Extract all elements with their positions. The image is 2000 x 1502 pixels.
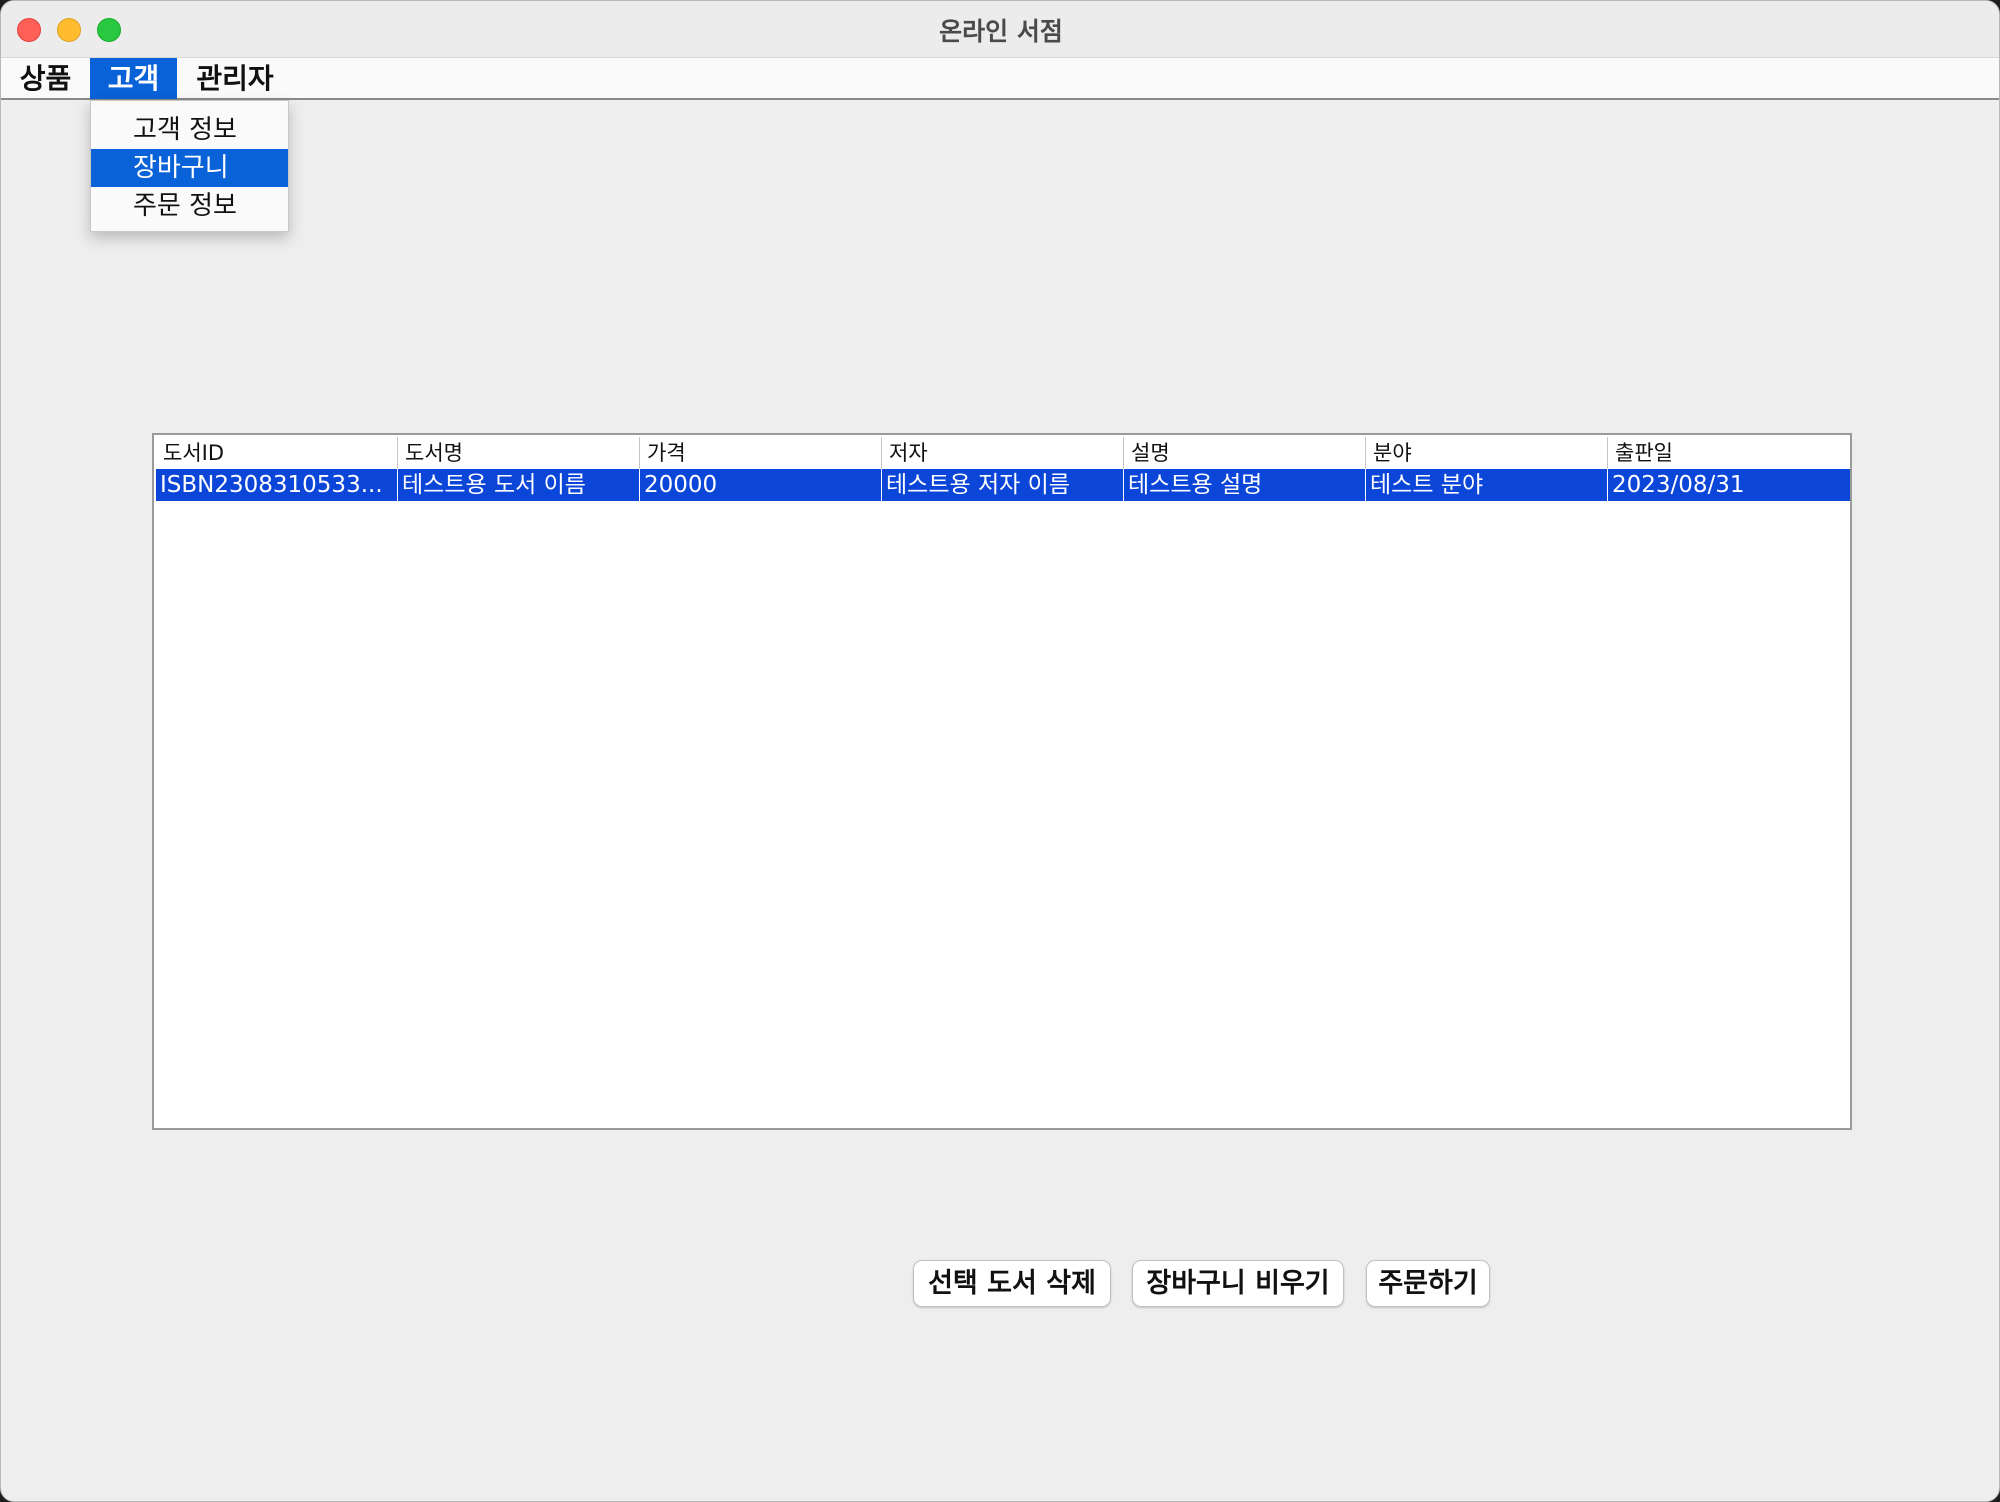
- cell-description: 테스트용 설명: [1124, 469, 1366, 501]
- delete-selected-book-button[interactable]: 선택 도서 삭제: [913, 1260, 1111, 1307]
- table-row[interactable]: ISBN2308310533... 테스트용 도서 이름 20000 테스트용 …: [156, 469, 1850, 501]
- cell-book-title: 테스트용 도서 이름: [398, 469, 640, 501]
- table-header: 도서ID 도서명 가격 저자 설명 분야 출판일: [156, 437, 1850, 469]
- menu-item-order-info[interactable]: 주문 정보: [91, 187, 288, 225]
- column-header-description[interactable]: 설명: [1124, 437, 1366, 469]
- menu-admin[interactable]: 관리자: [183, 58, 287, 99]
- menu-bar: 상품 고객 관리자: [1, 58, 1999, 100]
- column-header-author[interactable]: 저자: [882, 437, 1124, 469]
- cart-table[interactable]: 도서ID 도서명 가격 저자 설명 분야 출판일 ISBN2308310533.…: [152, 433, 1852, 1130]
- menu-customer[interactable]: 고객: [90, 58, 177, 99]
- menu-item-customer-info[interactable]: 고객 정보: [91, 111, 288, 149]
- column-header-publish-date[interactable]: 출판일: [1608, 437, 1850, 469]
- app-window: 온라인 서점 상품 고객 관리자 고객 정보 장바구니 주문 정보 도서ID 도…: [0, 0, 2000, 1502]
- column-header-price[interactable]: 가격: [640, 437, 882, 469]
- order-button[interactable]: 주문하기: [1366, 1260, 1490, 1307]
- cell-category: 테스트 분야: [1366, 469, 1608, 501]
- cell-author: 테스트용 저자 이름: [882, 469, 1124, 501]
- cell-book-id: ISBN2308310533...: [156, 469, 398, 501]
- column-header-book-id[interactable]: 도서ID: [156, 437, 398, 469]
- column-header-category[interactable]: 분야: [1366, 437, 1608, 469]
- menu-products[interactable]: 상품: [7, 58, 84, 99]
- title-bar: 온라인 서점: [1, 1, 1999, 58]
- clear-cart-button[interactable]: 장바구니 비우기: [1132, 1260, 1344, 1307]
- menu-item-cart[interactable]: 장바구니: [91, 149, 288, 187]
- column-header-book-title[interactable]: 도서명: [398, 437, 640, 469]
- cell-publish-date: 2023/08/31: [1612, 472, 1745, 498]
- customer-dropdown-menu: 고객 정보 장바구니 주문 정보: [90, 100, 289, 232]
- window-title: 온라인 서점: [939, 17, 1063, 46]
- cell-price: 20000: [640, 469, 882, 501]
